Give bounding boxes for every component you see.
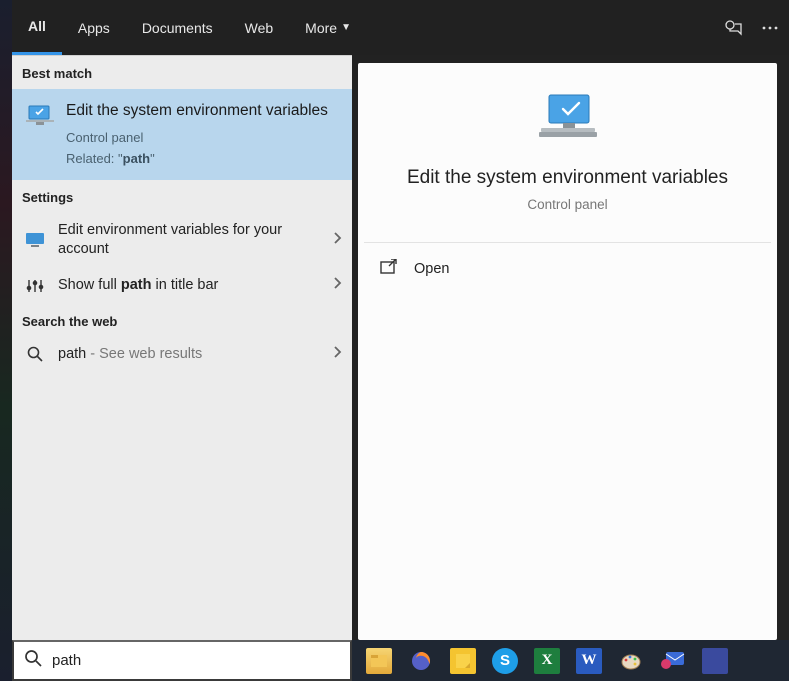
web-result-label: path - See web results [58,345,320,365]
settings-item-edit-user-env[interactable]: Edit environment variables for your acco… [12,213,352,268]
open-action[interactable]: Open [358,243,777,295]
tab-apps[interactable]: Apps [62,0,126,55]
taskbar-word[interactable]: W [576,648,602,674]
taskbar-explorer[interactable] [366,648,392,674]
search-box[interactable] [12,640,352,681]
tab-documents-label: Documents [142,20,213,36]
best-match-related: Related: "path" [66,151,328,166]
tab-all[interactable]: All [12,0,62,55]
chevron-right-icon [332,345,342,364]
results-panel: Best match Edit the system environment v… [12,55,352,640]
settings-item-label: Show full path in title bar [58,276,320,296]
taskbar-paint[interactable] [618,648,644,674]
chevron-right-icon [332,231,342,250]
desktop-left-strip [0,0,12,681]
chevron-right-icon [332,276,342,295]
tab-apps-label: Apps [78,20,110,36]
best-match-subtitle: Control panel [66,130,328,145]
feedback-icon[interactable] [723,18,743,38]
chevron-down-icon: ▼ [341,22,351,33]
search-filter-tabbar: All Apps Documents Web More ▼ [12,0,789,55]
search-icon [24,346,46,362]
control-panel-icon [26,105,54,127]
preview-panel: Edit the system environment variables Co… [358,63,777,640]
best-match-title: Edit the system environment variables [66,101,328,122]
search-input[interactable] [52,652,340,669]
web-result-item[interactable]: path - See web results [12,337,352,373]
tab-all-label: All [28,18,46,34]
settings-item-show-full-path[interactable]: Show full path in title bar [12,268,352,304]
open-icon [380,259,398,279]
ellipsis-icon[interactable] [761,19,779,37]
taskbar: S X W [352,640,789,681]
preview-subtitle: Control panel [358,197,777,212]
tab-documents[interactable]: Documents [126,0,229,55]
settings-item-label: Edit environment variables for your acco… [58,221,320,260]
tab-more[interactable]: More ▼ [289,0,367,55]
taskbar-excel[interactable]: X [534,648,560,674]
control-panel-large-icon [358,63,777,151]
search-icon [24,649,42,672]
monitor-icon [24,232,46,248]
best-match-header: Best match [12,56,352,89]
taskbar-other[interactable] [702,648,728,674]
best-match-item[interactable]: Edit the system environment variables Co… [12,89,352,180]
taskbar-mail[interactable] [660,648,686,674]
preview-title: Edit the system environment variables [358,167,777,189]
settings-header: Settings [12,180,352,213]
tab-more-label: More [305,20,337,36]
taskbar-sticky-notes[interactable] [450,648,476,674]
search-web-header: Search the web [12,304,352,337]
taskbar-skype[interactable]: S [492,648,518,674]
tab-web-label: Web [245,20,274,36]
tab-web[interactable]: Web [229,0,290,55]
sliders-icon [24,278,46,294]
taskbar-firefox[interactable] [408,648,434,674]
open-label: Open [414,261,449,277]
